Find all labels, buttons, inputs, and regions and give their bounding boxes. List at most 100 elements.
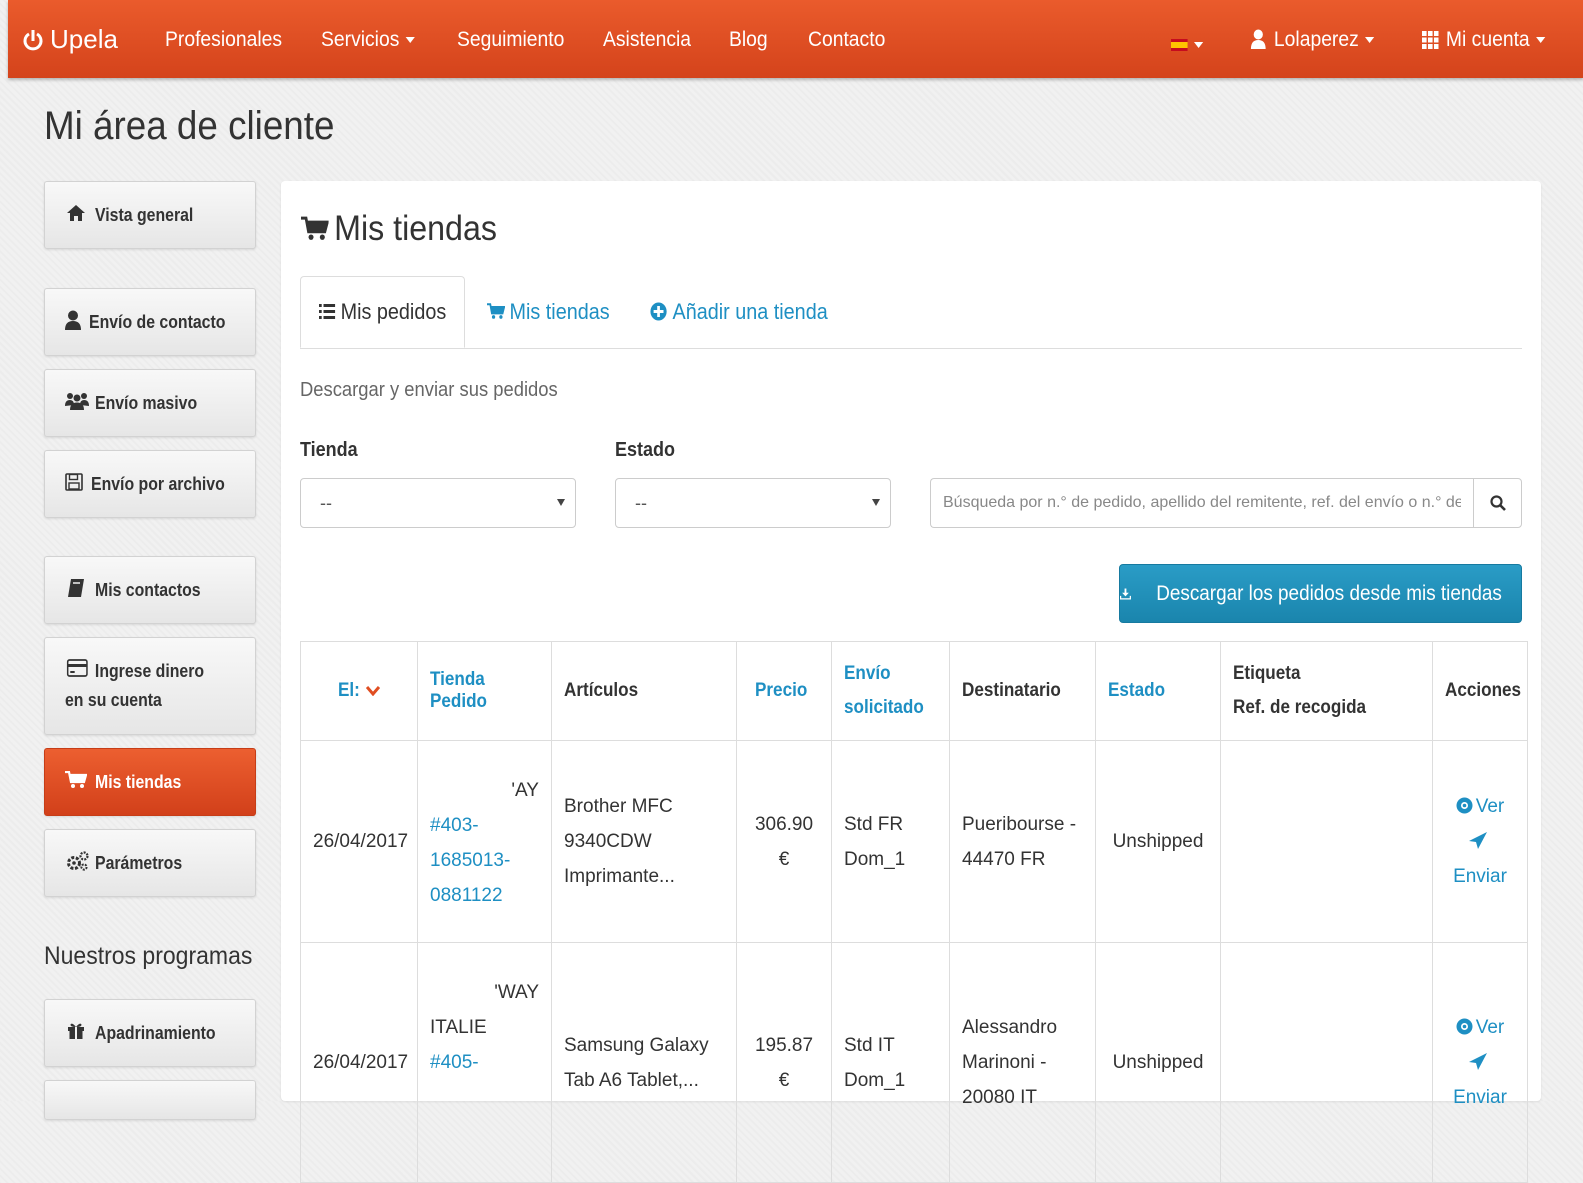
tab-mis-tiendas[interactable]: Mis tiendas	[487, 276, 623, 348]
col-actions-header: Acciones	[1432, 641, 1528, 741]
sidebar-item-mis-contactos[interactable]: Mis contactos	[44, 556, 256, 624]
gears-icon	[65, 850, 89, 876]
sidebar-item-envio-masivo[interactable]: Envío masivo	[44, 369, 256, 437]
search-button[interactable]	[1473, 478, 1522, 528]
row-store-name: 'WAY	[494, 982, 539, 1003]
recipient-line1: Alessandro	[962, 1017, 1058, 1038]
download-orders-label: Descargar los pedidos desde mis tiendas	[1156, 581, 1502, 605]
grid-icon	[1422, 31, 1439, 49]
tab-bar: Mis pedidos Mis tiendas Añadir una tiend…	[300, 276, 1522, 349]
sidebar-item-label: Vista general	[95, 204, 194, 225]
recipient-line2: Marinoni -	[962, 1052, 1047, 1073]
chevron-down-icon	[405, 37, 416, 43]
col-shipping-line1: Envío	[844, 663, 891, 684]
view-link[interactable]: Ver	[1445, 789, 1515, 824]
send-link[interactable]: Enviar	[1445, 1045, 1515, 1115]
sidebar-item-envio-archivo[interactable]: Envío por archivo	[44, 450, 256, 518]
send-link[interactable]: Enviar	[1445, 824, 1515, 894]
articles-line1: Brother MFC	[564, 796, 673, 817]
col-status-header[interactable]: Estado	[1095, 641, 1221, 741]
search-input[interactable]	[930, 478, 1473, 528]
table-row: 26/04/2017 'AY #403- 1685013- 0881122 Broth…	[300, 740, 1528, 943]
col-price-header[interactable]: Precio	[736, 641, 832, 741]
status-select-value: --	[635, 493, 647, 513]
sidebar-item-vista-general[interactable]: Vista general	[44, 181, 256, 249]
shipping-line1: Std IT	[844, 1034, 895, 1056]
sidebar-item-next[interactable]	[44, 1080, 256, 1120]
articles-line1: Samsung Galaxy	[564, 1034, 709, 1056]
row-label	[1220, 942, 1433, 1183]
order-link[interactable]: #405-	[430, 1052, 479, 1073]
language-dropdown[interactable]	[1171, 33, 1204, 57]
nav-servicios[interactable]: Servicios	[321, 28, 416, 52]
row-actions: Ver Enviar	[1432, 942, 1528, 1183]
chevron-down-icon	[366, 686, 381, 697]
section-title: Mis tiendas	[301, 209, 497, 249]
nav-asistencia[interactable]: Asistencia	[603, 28, 691, 52]
col-label-label: Etiqueta Ref. de recogida	[1233, 657, 1366, 725]
brand-logo[interactable]: Upela	[22, 24, 118, 55]
sidebar-item-ingrese-dinero[interactable]: Ingrese dinero en su cuenta	[44, 637, 256, 735]
col-shipping-header[interactable]: Envío solicitado	[831, 641, 950, 741]
sidebar-item-envio-contacto[interactable]: Envío de contacto	[44, 288, 256, 356]
nav-contacto[interactable]: Contacto	[808, 28, 885, 52]
row-date: 26/04/2017	[300, 942, 418, 1183]
order-line3: 0881122	[430, 885, 503, 906]
row-shipping: Std FR Dom_1	[831, 740, 950, 943]
col-label-line2: Ref. de recogida	[1233, 697, 1367, 718]
eye-icon	[1456, 797, 1473, 814]
col-store-header[interactable]: Tienda Pedido	[417, 641, 552, 741]
shipping-line1: Std FR	[844, 813, 904, 835]
nav-profesionales[interactable]: Profesionales	[165, 28, 282, 52]
nav-servicios-label: Servicios	[321, 28, 400, 51]
nav-blog[interactable]: Blog	[729, 28, 768, 52]
sidebar-item-mis-tiendas[interactable]: Mis tiendas	[44, 748, 256, 816]
shipping-line2: Dom_1	[844, 1069, 906, 1091]
table-row: 26/04/2017 'WAY ITALIE #405- Samsung Galax…	[300, 942, 1528, 1183]
sidebar-item-label: Apadrinamiento	[95, 1022, 216, 1043]
col-store-line1: Tienda	[430, 669, 485, 690]
store-select-value: --	[320, 493, 332, 513]
col-shipping-label: Envío solicitado	[844, 657, 924, 725]
sidebar-item-parametros[interactable]: Parámetros	[44, 829, 256, 897]
order-link[interactable]: #403- 1685013- 0881122	[430, 815, 510, 906]
account-dropdown[interactable]: Mi cuenta	[1422, 28, 1546, 52]
page-title: Mi área de cliente	[44, 104, 335, 148]
row-shipping: Std IT Dom_1	[831, 942, 950, 1183]
col-status-label: Estado	[1108, 680, 1166, 701]
main-panel: Mis tiendas Mis pedidos Mis tiendas Añad…	[281, 181, 1541, 1183]
sidebar-item-apadrinamiento[interactable]: Apadrinamiento	[44, 999, 256, 1067]
eye-icon	[1456, 1018, 1473, 1035]
status-select[interactable]: --	[615, 478, 891, 528]
view-link[interactable]: Ver	[1445, 1010, 1515, 1045]
col-store-label: Tienda Pedido	[430, 669, 487, 713]
col-price-label: Precio	[754, 680, 808, 701]
col-articles-header: Artículos	[551, 641, 737, 741]
row-recipient: Alessandro Marinoni - 20080 IT	[949, 942, 1096, 1183]
store-select[interactable]: --	[300, 478, 576, 528]
user-icon	[1250, 29, 1266, 49]
col-date-header[interactable]: El:	[300, 641, 418, 741]
view-label: Ver	[1475, 1017, 1505, 1038]
tab-label: Mis pedidos	[340, 299, 447, 324]
orders-table: El: Tienda Pedido Artículos Precio Envío s…	[300, 641, 1528, 1183]
send-label: Enviar	[1453, 866, 1507, 887]
nav-seguimiento[interactable]: Seguimiento	[457, 28, 564, 52]
download-icon	[1120, 588, 1131, 599]
row-articles: Samsung Galaxy Tab A6 Tablet,...	[551, 942, 737, 1183]
recipient-line2: 44470 FR	[962, 848, 1046, 870]
row-actions: Ver Enviar	[1432, 740, 1528, 943]
download-orders-button[interactable]: Descargar los pedidos desde mis tiendas	[1119, 564, 1522, 623]
cart-icon	[65, 770, 88, 794]
col-actions-label: Acciones	[1445, 680, 1522, 701]
row-articles: Brother MFC 9340CDW Imprimante...	[551, 740, 737, 943]
tab-anadir-tienda[interactable]: Añadir una tienda	[650, 276, 847, 348]
tab-mis-pedidos[interactable]: Mis pedidos	[300, 276, 465, 348]
send-icon	[1468, 832, 1487, 849]
search-icon	[1489, 495, 1506, 511]
user-dropdown[interactable]: Lolaperez	[1250, 28, 1375, 52]
credit-card-icon	[65, 657, 90, 686]
shipping-line2: Dom_1	[844, 848, 906, 870]
col-store-line2: Pedido	[430, 691, 488, 712]
articles-line3: Imprimante...	[564, 866, 675, 887]
